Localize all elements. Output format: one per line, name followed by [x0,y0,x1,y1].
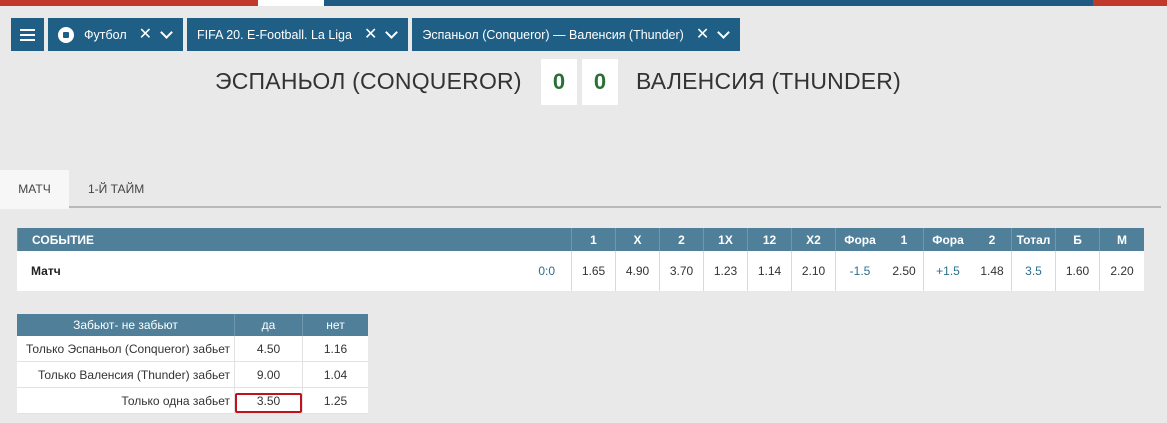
handicap-odds[interactable]: 2.50 [884,251,924,291]
will-score-table: Забьют- не забьют да нет Только Эспаньол… [17,314,368,414]
home-team-name: ЭСПАНЬОЛ (CONQUEROR) [215,68,522,94]
breadcrumb-match[interactable]: Эспаньол (Conqueror) — Валенсия (Thunder… [412,18,741,51]
odds-over[interactable]: 1.60 [1055,251,1099,291]
column-header-total: Тотал [1011,228,1055,251]
tab-first-half[interactable]: 1-Й ТАЙМ [88,170,144,208]
hamburger-icon [20,28,35,41]
top-color-strip [0,0,1167,6]
column-header-x2: X2 [791,228,835,251]
strip-segment [0,0,258,6]
close-icon[interactable]: ✕ [139,26,152,43]
event-name: Матч 0:0 [17,251,571,291]
handicap-num: 2 [988,232,996,247]
row-label: Только одна забьет [121,393,230,408]
will-score-title: Забьют- не забьют [73,318,178,332]
chevron-down-icon[interactable] [385,26,399,39]
odds-12[interactable]: 1.14 [747,251,791,291]
highlight-box [235,393,302,413]
chevron-down-icon[interactable] [717,26,731,39]
handicap-odds[interactable]: 1.48 [972,251,1012,291]
odds-yes[interactable]: 4.50 [234,336,302,361]
breadcrumb-sport-label: Футбол [84,27,127,42]
column-header-event: СОБЫТИЕ [17,228,571,251]
odds-x2[interactable]: 2.10 [791,251,835,291]
handicap-value: +1.5 [936,264,960,278]
close-icon[interactable]: ✕ [696,26,709,43]
odds-handicap-1[interactable]: -1.5 2.50 [835,251,923,291]
column-header-1x: 1X [703,228,747,251]
row-label: Только Эспаньол (Conqueror) забьет [26,341,230,356]
home-score: 0 [541,59,577,105]
odds-2[interactable]: 3.70 [659,251,703,291]
total-value: 3.5 [1011,251,1055,291]
breadcrumb-match-label: Эспаньол (Conqueror) — Валенсия (Thunder… [422,27,684,42]
breadcrumb-league-label: FIFA 20. E-Football. La Liga [197,27,352,42]
column-header-handicap-1: Фора 1 [835,228,923,251]
breadcrumb-league[interactable]: FIFA 20. E-Football. La Liga ✕ [187,18,409,51]
soccer-ball-icon [58,26,74,43]
table-row: Только Валенсия (Thunder) забьет 9.00 1.… [17,362,368,388]
handicap-label: Фора [932,232,964,247]
breadcrumb-sport[interactable]: Футбол ✕ [48,18,184,51]
column-header-x: X [615,228,659,251]
close-icon[interactable]: ✕ [364,26,377,43]
column-header-over: Б [1055,228,1099,251]
column-header-under: М [1099,228,1144,251]
menu-button[interactable] [11,18,44,51]
period-tabs: МАТЧ 1-Й ТАЙМ [0,170,1161,209]
current-score-link[interactable]: 0:0 [538,264,555,278]
event-label: Матч [31,264,61,278]
handicap-value: -1.5 [849,264,871,278]
column-header-12: 12 [747,228,791,251]
column-header-2: 2 [659,228,703,251]
column-header-yes: да [234,314,302,336]
away-score: 0 [582,59,618,105]
chevron-down-icon[interactable] [160,26,173,39]
odds-1x[interactable]: 1.23 [703,251,747,291]
column-header-no: нет [302,314,368,336]
odds-1[interactable]: 1.65 [571,251,615,291]
table-row: Только Эспаньол (Conqueror) забьет 4.50 … [17,336,368,362]
column-header-handicap-2: Фора 2 [923,228,1011,251]
breadcrumb: Футбол ✕ FIFA 20. E-Football. La Liga ✕ … [11,18,741,51]
handicap-label: Фора [844,232,876,247]
odds-x[interactable]: 4.90 [615,251,659,291]
match-score-header: ЭСПАНЬОЛ (CONQUEROR) 0 0 ВАЛЕНСИЯ (THUND… [0,59,1167,107]
table-row: Матч 0:0 1.65 4.90 3.70 1.23 1.14 2.10 -… [17,251,1144,291]
odds-table: СОБЫТИЕ 1 X 2 1X 12 X2 Фора 1 Фора 2 Тот… [17,228,1144,291]
will-score-header: Забьют- не забьют да нет [17,314,368,336]
odds-under[interactable]: 2.20 [1099,251,1144,291]
row-label: Только Валенсия (Thunder) забьет [37,367,230,382]
strip-segment [1093,0,1167,6]
odds-no[interactable]: 1.04 [302,362,368,387]
odds-handicap-2[interactable]: +1.5 1.48 [923,251,1011,291]
away-team-name: ВАЛЕНСИЯ (THUNDER) [636,68,901,94]
odds-no[interactable]: 1.16 [302,336,368,361]
odds-table-header: СОБЫТИЕ 1 X 2 1X 12 X2 Фора 1 Фора 2 Тот… [17,228,1144,251]
column-header-1: 1 [571,228,615,251]
strip-segment-active [258,0,324,6]
odds-no[interactable]: 1.25 [302,388,368,413]
odds-yes[interactable]: 9.00 [234,362,302,387]
tab-match[interactable]: МАТЧ [0,170,69,209]
table-row: Только одна забьет 3.50 1.25 [17,388,368,414]
handicap-num: 1 [900,232,908,247]
